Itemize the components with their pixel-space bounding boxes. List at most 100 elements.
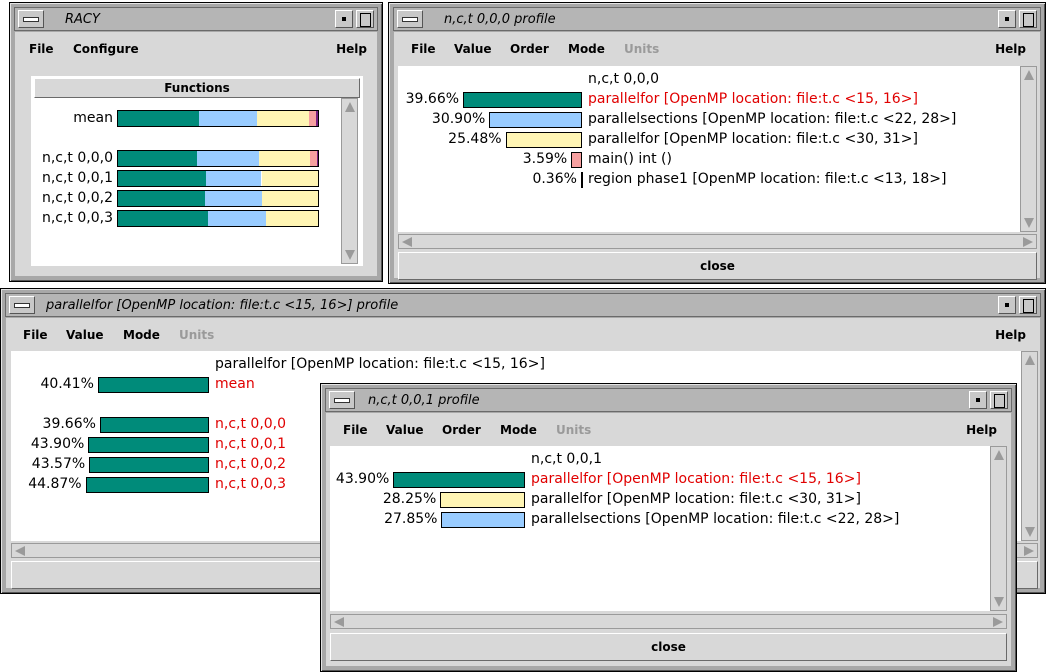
menu-help[interactable]: Help [966, 423, 997, 437]
scroll-up-icon[interactable] [345, 102, 355, 112]
scroll-up-icon[interactable] [994, 450, 1004, 460]
profile-row[interactable]: 28.25% parallelfor [OpenMP location: file… [330, 491, 990, 509]
maximize-icon[interactable] [990, 391, 1008, 409]
menu-value[interactable]: Value [386, 423, 424, 437]
profile-001-titlebar[interactable]: n,c,t 0,0,1 profile [325, 388, 1012, 412]
menu-help[interactable]: Help [995, 328, 1026, 342]
bar-segment[interactable] [265, 211, 318, 226]
menu-file[interactable]: File [343, 423, 368, 437]
profile-row[interactable]: 30.90% parallelsections [OpenMP location:… [398, 111, 1020, 129]
maximize-icon[interactable] [1019, 296, 1037, 314]
vertical-scrollbar[interactable] [341, 98, 358, 264]
menu-configure[interactable]: Configure [73, 42, 139, 56]
thread-label[interactable]: n,c,t 0,0,3 [215, 476, 286, 492]
stacked-bar[interactable] [117, 150, 319, 167]
menu-file[interactable]: File [23, 328, 48, 342]
window-menu-icon[interactable] [9, 296, 35, 314]
menu-mode[interactable]: Mode [500, 423, 537, 437]
menu-file[interactable]: File [29, 42, 54, 56]
minimize-icon[interactable] [998, 10, 1016, 28]
window-menu-icon[interactable] [329, 391, 355, 409]
profile-row[interactable]: 39.66% parallelfor [OpenMP location: file… [398, 91, 1020, 109]
scroll-down-icon[interactable] [994, 597, 1004, 607]
bar-segment[interactable] [309, 111, 317, 126]
bar-segment[interactable] [118, 111, 200, 126]
menu-value[interactable]: Value [454, 42, 492, 56]
thread-label[interactable]: mean [215, 376, 255, 392]
bar-segment[interactable] [197, 151, 260, 166]
scroll-left-icon[interactable] [402, 237, 412, 247]
racy-row[interactable]: n,c,t 0,0,2 [31, 190, 331, 208]
menu-mode[interactable]: Mode [568, 42, 605, 56]
minimize-icon[interactable] [998, 296, 1016, 314]
bar-segment[interactable] [118, 191, 206, 206]
horizontal-scrollbar[interactable] [330, 614, 1007, 629]
thread-label[interactable]: n,c,t 0,0,1 [215, 436, 286, 452]
menu-order[interactable]: Order [442, 423, 481, 437]
close-button[interactable]: close [330, 633, 1007, 661]
thread-label[interactable]: n,c,t 0,0,2 [215, 456, 286, 472]
menu-order[interactable]: Order [510, 42, 549, 56]
menu-value[interactable]: Value [66, 328, 104, 342]
bar-segment[interactable] [207, 211, 266, 226]
menu-mode[interactable]: Mode [123, 328, 160, 342]
bar-segment[interactable] [118, 211, 208, 226]
bar-segment[interactable] [118, 171, 206, 186]
profile-row[interactable]: 27.85% parallelsections [OpenMP location:… [330, 511, 990, 529]
vertical-scrollbar[interactable] [1021, 351, 1038, 541]
racy-row[interactable]: mean [31, 110, 331, 128]
scroll-right-icon[interactable] [1023, 237, 1033, 247]
bar-segment[interactable] [259, 151, 311, 166]
bar-segment[interactable] [205, 171, 262, 186]
racy-titlebar[interactable]: RACY [14, 7, 378, 31]
menu-help[interactable]: Help [995, 42, 1026, 56]
function-label[interactable]: main() int () [588, 151, 672, 167]
window-menu-icon[interactable] [18, 10, 44, 28]
menu-file[interactable]: File [411, 42, 436, 56]
profile-000-titlebar[interactable]: n,c,t 0,0,0 profile [393, 7, 1041, 31]
function-label[interactable]: parallelfor [OpenMP location: file:t.c <… [531, 491, 861, 507]
bar-segment[interactable] [261, 171, 318, 186]
stacked-bar[interactable] [117, 190, 319, 207]
bar-segment[interactable] [316, 111, 318, 126]
function-label[interactable]: parallelfor [OpenMP location: file:t.c <… [588, 131, 918, 147]
functions-button[interactable]: Functions [34, 78, 360, 98]
vertical-scrollbar[interactable] [990, 446, 1007, 611]
profile-row[interactable]: 0.36% region phase1 [OpenMP location: fil… [398, 171, 1020, 189]
function-label[interactable]: parallelfor [OpenMP location: file:t.c <… [531, 471, 861, 487]
function-label[interactable]: parallelsections [OpenMP location: file:… [531, 511, 899, 527]
racy-row[interactable]: n,c,t 0,0,1 [31, 170, 331, 188]
scroll-down-icon[interactable] [345, 250, 355, 260]
scroll-left-icon[interactable] [15, 546, 25, 556]
stacked-bar[interactable] [117, 210, 319, 227]
bar-segment[interactable] [257, 111, 310, 126]
maximize-icon[interactable] [1019, 10, 1037, 28]
bar-segment[interactable] [317, 151, 318, 166]
scroll-right-icon[interactable] [993, 617, 1003, 627]
racy-row[interactable]: n,c,t 0,0,3 [31, 210, 331, 228]
profile-row[interactable]: 3.59% main() int () [398, 151, 1020, 169]
scroll-right-icon[interactable] [1024, 546, 1034, 556]
menu-help[interactable]: Help [336, 42, 367, 56]
profile-row[interactable]: 43.90% parallelfor [OpenMP location: file… [330, 471, 990, 489]
scroll-down-icon[interactable] [1025, 527, 1035, 537]
scroll-up-icon[interactable] [1025, 355, 1035, 365]
profile-row[interactable]: 25.48% parallelfor [OpenMP location: file… [398, 131, 1020, 149]
bar-segment[interactable] [118, 151, 198, 166]
scroll-down-icon[interactable] [1024, 218, 1034, 228]
bar-segment[interactable] [310, 151, 318, 166]
maximize-icon[interactable] [356, 10, 374, 28]
parallelfor-titlebar[interactable]: parallelfor [OpenMP location: file:t.c <… [5, 293, 1041, 317]
function-label[interactable]: region phase1 [OpenMP location: file:t.c… [588, 171, 946, 187]
bar-segment[interactable] [205, 191, 263, 206]
thread-label[interactable]: n,c,t 0,0,0 [215, 416, 286, 432]
racy-row[interactable]: n,c,t 0,0,0 [31, 150, 331, 168]
horizontal-scrollbar[interactable] [398, 234, 1037, 249]
stacked-bar[interactable] [117, 110, 319, 127]
minimize-icon[interactable] [335, 10, 353, 28]
minimize-icon[interactable] [969, 391, 987, 409]
close-button[interactable]: close [398, 252, 1037, 280]
bar-segment[interactable] [262, 191, 318, 206]
vertical-scrollbar[interactable] [1020, 66, 1037, 232]
function-label[interactable]: parallelsections [OpenMP location: file:… [588, 111, 956, 127]
